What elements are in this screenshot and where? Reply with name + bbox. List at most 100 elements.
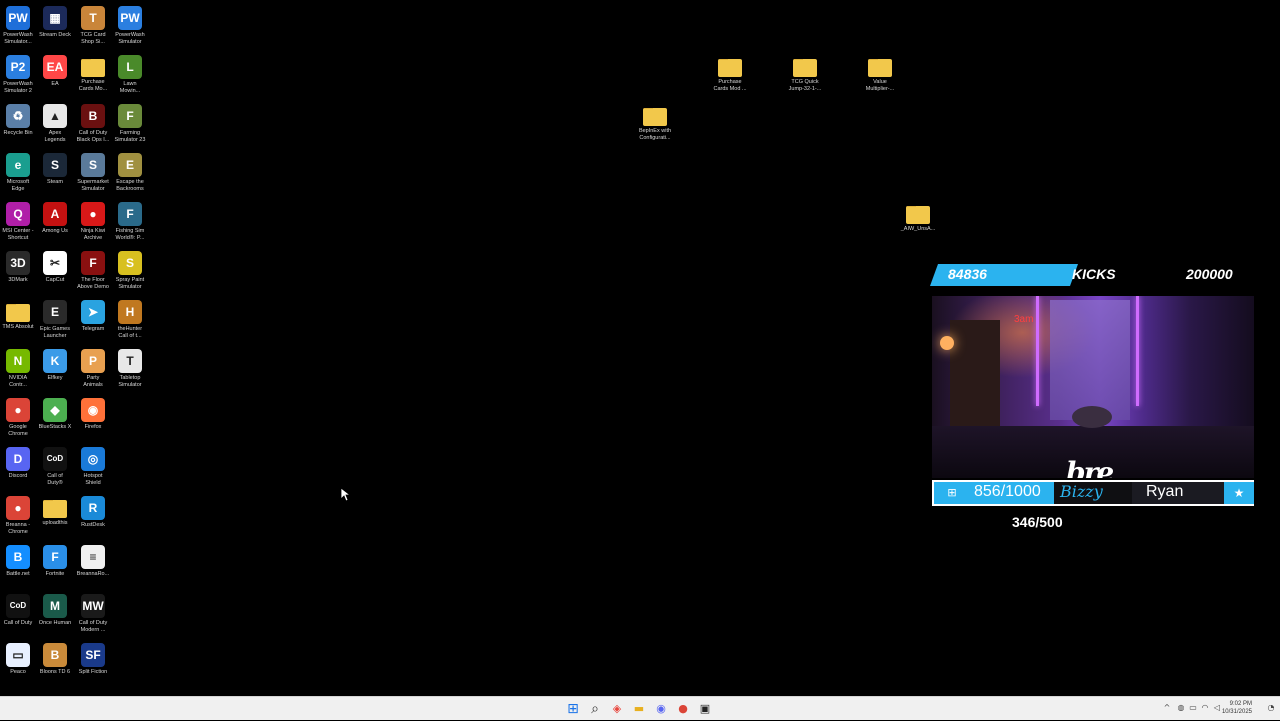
desktop-shortcut-label: RustDesk	[81, 522, 105, 528]
desktop-shortcut[interactable]: F The Floor Above Demo	[75, 251, 111, 291]
desktop-shortcut[interactable]: _AIW_UnsA...	[900, 202, 936, 233]
desktop-shortcut[interactable]: ◎ Hotspot Shield	[75, 447, 111, 487]
start-button[interactable]: ⊞	[564, 700, 582, 718]
desktop-shortcut[interactable]: B Battle.net	[0, 545, 36, 578]
desktop-shortcut[interactable]: E Escape the Backrooms	[112, 153, 148, 193]
desktop-shortcut[interactable]: HtheHunter Call of t...	[112, 300, 148, 340]
desktop-shortcut[interactable]: R RustDesk	[75, 496, 111, 529]
desktop-shortcut[interactable]: ▭ Peaco	[0, 643, 36, 676]
desktop-shortcut-label: Hotspot Shield	[83, 473, 103, 486]
neon-sign: 3am	[1014, 314, 1034, 325]
desktop-shortcut-label: TCG Quick Jump-32-1-...	[788, 79, 822, 92]
copilot-icon[interactable]: ◈	[608, 700, 626, 718]
split-fiction-icon: SF	[81, 643, 105, 667]
kick-goal-bar: 84836 KICKS 200000	[930, 264, 1256, 286]
desktop-shortcut[interactable]: T Tabletop Simulator	[112, 349, 148, 389]
desktop-shortcut[interactable]: D Discord	[0, 447, 36, 480]
desktop-shortcut[interactable]: ▲ Apex Legends	[37, 104, 73, 144]
desktop-shortcut[interactable]: S Spray Paint Simulator	[112, 251, 148, 291]
battlenet-icon: B	[6, 545, 30, 569]
chevron-up-icon[interactable]: ^	[1162, 703, 1172, 713]
desktop-shortcut[interactable]: B Call of Duty Black Ops I...	[75, 104, 111, 144]
desktop-shortcut[interactable]: P2 PowerWash Simulator 2	[0, 55, 36, 95]
desktop-shortcut[interactable]: e Microsoft Edge	[0, 153, 36, 193]
desktop-shortcut-label: Fishing Sim World®: P...	[115, 228, 145, 241]
clock[interactable]: 9:02 PM 10/31/2025	[1222, 700, 1252, 716]
mw2-icon: MW	[81, 594, 105, 618]
discord-taskbar-icon[interactable]: ◉	[652, 700, 670, 718]
desktop-shortcut[interactable]: ◆ BlueStacks X	[37, 398, 73, 431]
desktop-shortcut-label: theHunter Call of t...	[117, 326, 143, 339]
search-icon[interactable]: ⌕	[586, 700, 604, 718]
desktop-shortcut-label: 3DMark	[8, 277, 28, 283]
network-icon[interactable]: ▭	[1188, 703, 1198, 713]
desktop-shortcut[interactable]: ≡ BreannaRo...	[75, 545, 111, 578]
desktop-shortcut[interactable]: P Party Animals	[75, 349, 111, 389]
notification-icon[interactable]: ◔	[1266, 703, 1276, 713]
taskbar: ⊞ ⌕ ◈ ▬ ◉ ● ▣ ^ ◍ ▭ ◠ ◁ 9:02 PM 10/31/20…	[0, 696, 1280, 720]
desktop-shortcut[interactable]: M Once Human	[37, 594, 73, 627]
desktop-shortcut[interactable]: F Fishing Sim World®: P...	[112, 202, 148, 242]
desktop-shortcut[interactable]: A Among Us	[37, 202, 73, 235]
desktop-shortcut[interactable]: B Bloons TD 6	[37, 643, 73, 676]
desktop-shortcut[interactable]: PW PowerWash Simulator...	[0, 6, 36, 46]
desktop-shortcut[interactable]: 3D 3DMark	[0, 251, 36, 284]
desktop-shortcut-label: PowerWash Simulator	[115, 32, 145, 45]
desktop-shortcut-label: Split Fiction	[78, 669, 108, 675]
desktop-shortcut[interactable]: PW PowerWash Simulator	[112, 6, 148, 46]
desktop-shortcut[interactable]: uploadthis	[37, 496, 73, 527]
desktop-shortcut[interactable]: ● Google Chrome	[0, 398, 36, 438]
desktop-shortcut[interactable]: ▦ Stream Deck	[37, 6, 73, 39]
desktop-shortcut[interactable]: L Lawn Mowin...	[112, 55, 148, 95]
desk	[1072, 406, 1112, 428]
desktop-shortcut[interactable]: SF Split Fiction	[75, 643, 111, 676]
desktop-shortcut[interactable]: CoD Call of Duty	[0, 594, 36, 627]
backrooms-icon: E	[118, 153, 142, 177]
chrome-taskbar-icon[interactable]: ●	[674, 700, 692, 718]
vpn-icon[interactable]: ◍	[1176, 703, 1186, 713]
desktop-shortcut[interactable]: Q MSI Center - Shortcut	[0, 202, 36, 242]
desktop-shortcut-label: Call of Duty Modern ...	[78, 620, 108, 633]
file-explorer-icon[interactable]: ▬	[630, 700, 648, 718]
desktop-shortcut[interactable]: Value Multiplier-...	[862, 55, 898, 93]
desktop-shortcut[interactable]: ◉ Firefox	[75, 398, 111, 431]
desktop-shortcut[interactable]: K Elfkey	[37, 349, 73, 382]
desktop-shortcut[interactable]: BepInEx with Configurati...	[637, 104, 673, 142]
powerwash-icon: PW	[6, 6, 30, 30]
desktop-shortcut-label: Epic Games Launcher	[40, 326, 70, 339]
neon-light-left	[1036, 296, 1039, 406]
firefox-icon: ◉	[81, 398, 105, 422]
farming-icon: F	[118, 104, 142, 128]
wifi-icon[interactable]: ◠	[1200, 703, 1210, 713]
desktop-shortcut[interactable]: N NVIDIA Contr...	[0, 349, 36, 389]
desktop-shortcut-label: EA	[51, 81, 59, 87]
desktop-shortcut[interactable]: TCG Quick Jump-32-1-...	[787, 55, 823, 93]
desktop-shortcut[interactable]: S Supermarket Simulator	[75, 153, 111, 193]
desktop-shortcut[interactable]: CoD Call of Duty®	[37, 447, 73, 487]
subscriber-icon: ⊞	[947, 486, 957, 499]
desktop-shortcut[interactable]: MW Call of Duty Modern ...	[75, 594, 111, 634]
desktop-shortcut[interactable]: ● Ninja Kiwi Archive	[75, 202, 111, 242]
desktop-shortcut-label: Microsoft Edge	[6, 179, 30, 192]
desktop-shortcut[interactable]: ♻ Recycle Bin	[0, 104, 36, 137]
desktop-shortcut[interactable]: ✂ CapCut	[37, 251, 73, 284]
desktop-shortcut[interactable]: F Farming Simulator 23	[112, 104, 148, 144]
clock-time: 9:02 PM	[1229, 701, 1252, 707]
obs-taskbar-icon[interactable]: ▣	[696, 700, 714, 718]
desktop-shortcut[interactable]: Purchase Cards Mod ...	[712, 55, 748, 93]
desktop-shortcut[interactable]: T TCG Card Shop Si...	[75, 6, 111, 46]
cod-icon: CoD	[6, 594, 30, 618]
desktop-shortcut[interactable]: E Epic Games Launcher	[37, 300, 73, 340]
desktop-shortcut[interactable]: TMS Absolut	[0, 300, 36, 331]
volume-icon[interactable]: ◁	[1212, 703, 1222, 713]
desktop-shortcut[interactable]: S Steam	[37, 153, 73, 186]
desktop-shortcut[interactable]: F Fortnite	[37, 545, 73, 578]
desktop-shortcut[interactable]: Purchase Cards Mo...	[75, 55, 111, 93]
desktop-shortcut-label: Among Us	[42, 228, 68, 234]
document-icon: ≡	[81, 545, 105, 569]
desktop-shortcut[interactable]: EA EA	[37, 55, 73, 88]
desktop-shortcut[interactable]: ● Breanna - Chrome	[0, 496, 36, 536]
desktop-shortcut-label: Battle.net	[6, 571, 30, 577]
desktop-shortcut[interactable]: ➤ Telegram	[75, 300, 111, 333]
powerwash2-icon: P2	[6, 55, 30, 79]
